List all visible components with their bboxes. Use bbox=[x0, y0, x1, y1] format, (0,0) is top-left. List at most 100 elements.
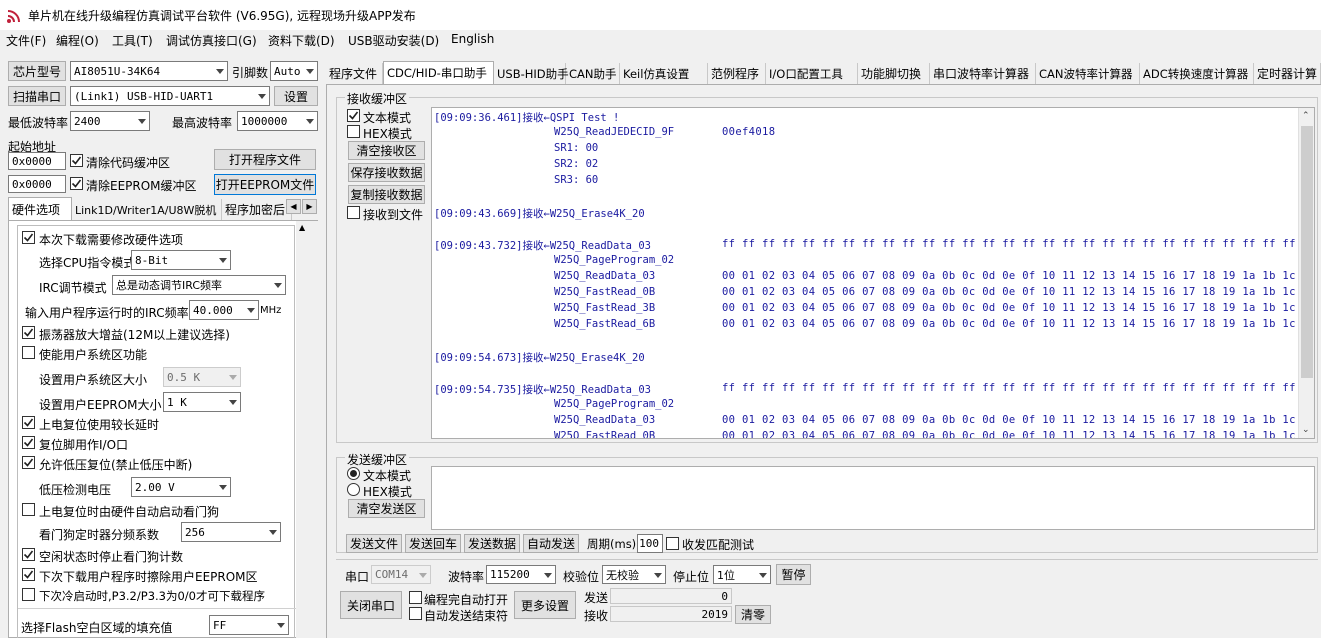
menu-usb-driver[interactable]: USB驱动安装(D) bbox=[348, 32, 439, 49]
recv-to-file-checkbox[interactable] bbox=[347, 206, 360, 219]
menu-debug[interactable]: 调试仿真接口(G) bbox=[166, 32, 257, 49]
tab-examples[interactable]: 范例程序 bbox=[708, 63, 766, 84]
loopback-test-checkbox[interactable] bbox=[666, 537, 679, 550]
parity-select[interactable]: 无校验 bbox=[602, 565, 666, 584]
settings-button[interactable]: 设置 bbox=[274, 86, 318, 106]
options-scrollbar[interactable]: ▲ bbox=[296, 221, 312, 638]
menu-tools[interactable]: 工具(T) bbox=[112, 32, 153, 49]
need-modify-checkbox[interactable] bbox=[22, 231, 35, 244]
code-start-address-input[interactable]: 0x0000 bbox=[8, 152, 66, 170]
scan-port-button[interactable]: 扫描串口 bbox=[8, 86, 66, 106]
clear-send-button[interactable]: 清空发送区 bbox=[348, 499, 425, 518]
tab-adc-speed-calc[interactable]: ADC转换速度计算器 bbox=[1140, 63, 1254, 84]
max-baud-select[interactable]: 1000000 bbox=[237, 111, 318, 131]
low-volt-select[interactable]: 2.00 V bbox=[131, 477, 231, 497]
tab-pin-switch[interactable]: 功能脚切换 bbox=[858, 63, 930, 84]
min-baud-select[interactable]: 2400 bbox=[70, 111, 150, 131]
tab-usb-hid[interactable]: USB-HID助手 bbox=[494, 63, 569, 84]
long-delay-checkbox[interactable] bbox=[22, 416, 35, 429]
tab-timer-calc[interactable]: 定时器计算 bbox=[1254, 63, 1321, 84]
tab-program-file[interactable]: 程序文件 bbox=[326, 63, 383, 84]
pin-count-select[interactable]: Auto bbox=[270, 61, 318, 81]
wdt-auto-checkbox[interactable] bbox=[22, 503, 35, 516]
more-settings-button[interactable]: 更多设置 bbox=[514, 591, 576, 619]
scroll-up-icon[interactable]: ▲ bbox=[299, 223, 305, 232]
recv-scrollbar[interactable]: ⌃ ⌄ bbox=[1298, 108, 1314, 438]
cold-boot-checkbox[interactable] bbox=[22, 588, 35, 601]
clear-recv-button[interactable]: 清空接收区 bbox=[348, 141, 425, 160]
tab-keil-sim[interactable]: Keil仿真设置 bbox=[620, 63, 708, 84]
enable-sys-area-checkbox[interactable] bbox=[22, 346, 35, 359]
idle-stop-wdt-checkbox[interactable] bbox=[22, 548, 35, 561]
send-hex-mode-radio[interactable] bbox=[347, 483, 360, 496]
recv-line-fn: SR3: 60 bbox=[554, 174, 599, 186]
tab-link1d-offline[interactable]: Link1D/Writer1A/U8W脱机 bbox=[72, 199, 222, 220]
tab-scroll-left-button[interactable]: ◀ bbox=[286, 199, 301, 214]
stop-bits-select[interactable]: 1位 bbox=[713, 565, 771, 584]
open-program-file-button[interactable]: 打开程序文件 bbox=[214, 149, 316, 170]
idle-stop-wdt-label: 空闲状态时停止看门狗计数 bbox=[39, 550, 184, 564]
copy-recv-button[interactable]: 复制接收数据 bbox=[348, 185, 425, 204]
erase-eeprom-checkbox[interactable] bbox=[22, 568, 35, 581]
fill-value-select[interactable]: FF bbox=[209, 615, 289, 635]
tab-io-config[interactable]: I/O口配置工具 bbox=[766, 63, 858, 84]
send-enter-button[interactable]: 发送回车 bbox=[405, 534, 461, 553]
menu-download[interactable]: 资料下载(D) bbox=[268, 32, 335, 49]
wdt-div-select[interactable]: 256 bbox=[181, 522, 281, 542]
save-recv-button[interactable]: 保存接收数据 bbox=[348, 163, 425, 182]
send-textarea[interactable] bbox=[431, 466, 1315, 530]
check-icon bbox=[23, 328, 34, 337]
osc-gain-checkbox[interactable] bbox=[22, 326, 35, 339]
tab-program-encrypt[interactable]: 程序加密后 bbox=[222, 199, 292, 220]
cpu-mode-select[interactable]: 8-Bit bbox=[131, 250, 231, 270]
pause-button[interactable]: 暂停 bbox=[776, 564, 811, 585]
recv-line-ts: [09:09:36.461]接收←QSPI Test ! bbox=[434, 112, 620, 124]
cpu-mode-label: 选择CPU指令模式 bbox=[39, 256, 136, 270]
tab-uart-baud-calc[interactable]: 串口波特率计算器 bbox=[930, 63, 1036, 84]
irc-mode-select[interactable]: 总是动态调节IRC频率 bbox=[112, 275, 286, 295]
scroll-thumb[interactable] bbox=[1301, 126, 1313, 378]
chip-type-select[interactable]: AI8051U-34K64 bbox=[70, 61, 228, 81]
port-select[interactable]: (Link1) USB-HID-UART1 bbox=[70, 86, 270, 106]
menu-english[interactable]: English bbox=[451, 32, 494, 46]
baud-select[interactable]: 115200 bbox=[486, 565, 556, 584]
menu-file[interactable]: 文件(F) bbox=[6, 32, 46, 49]
tab-can-baud-calc[interactable]: CAN波特率计算器 bbox=[1036, 63, 1140, 84]
tab-hardware-options[interactable]: 硬件选项 bbox=[8, 197, 72, 220]
irc-freq-select[interactable]: 40.000 bbox=[189, 300, 259, 320]
recv-hex-mode-checkbox[interactable] bbox=[347, 125, 360, 138]
scroll-up-icon[interactable]: ⌃ bbox=[1302, 111, 1310, 121]
sys-size-select[interactable]: 0.5 K bbox=[163, 367, 241, 387]
recv-line-ts: [09:09:54.735]接收←W25Q_ReadData_03 bbox=[434, 384, 651, 396]
recv-textarea[interactable]: [09:09:36.461]接收←QSPI Test ! W25Q_ReadJED… bbox=[431, 107, 1315, 439]
clear-eeprom-buffer-checkbox[interactable] bbox=[70, 177, 83, 190]
send-data-button[interactable]: 发送数据 bbox=[464, 534, 520, 553]
auto-end-checkbox[interactable] bbox=[409, 607, 422, 620]
low-volt-reset-checkbox[interactable] bbox=[22, 456, 35, 469]
clear-code-buffer-checkbox[interactable] bbox=[70, 154, 83, 167]
recv-line: [09:09:54.735]接收←W25Q_ReadData_03 ff ff f… bbox=[434, 382, 1314, 398]
clear-count-button[interactable]: 清零 bbox=[735, 605, 771, 624]
auto-send-button[interactable]: 自动发送 bbox=[523, 534, 579, 553]
send-file-button[interactable]: 发送文件 bbox=[346, 534, 402, 553]
close-port-button[interactable]: 关闭串口 bbox=[340, 591, 402, 619]
chip-type-button[interactable]: 芯片型号 bbox=[8, 61, 66, 81]
period-input[interactable]: 100 bbox=[637, 534, 663, 553]
eeprom-size-select[interactable]: 1 K bbox=[163, 392, 241, 412]
baud-label: 波特率 bbox=[448, 570, 485, 584]
recv-text-mode-checkbox[interactable] bbox=[347, 109, 360, 122]
tab-can-helper[interactable]: CAN助手 bbox=[566, 63, 620, 84]
send-text-mode-radio[interactable] bbox=[347, 467, 360, 480]
open-eeprom-file-button[interactable]: 打开EEPROM文件 bbox=[214, 174, 316, 195]
tab-scroll-right-button[interactable]: ▶ bbox=[302, 199, 317, 214]
reset-io-checkbox[interactable] bbox=[22, 436, 35, 449]
tab-cdc-hid-serial[interactable]: CDC/HID-串口助手 bbox=[383, 61, 494, 84]
recv-line: SR3: 60 bbox=[434, 174, 1294, 190]
max-baud-label: 最高波特率 bbox=[172, 116, 233, 130]
com-port-select[interactable]: COM14 bbox=[371, 565, 431, 584]
menu-program[interactable]: 编程(O) bbox=[56, 32, 99, 49]
recv-count-field: 2019 bbox=[610, 606, 732, 622]
auto-open-checkbox[interactable] bbox=[409, 591, 422, 604]
eeprom-start-address-input[interactable]: 0x0000 bbox=[8, 175, 66, 193]
scroll-down-icon[interactable]: ⌄ bbox=[1302, 425, 1310, 435]
